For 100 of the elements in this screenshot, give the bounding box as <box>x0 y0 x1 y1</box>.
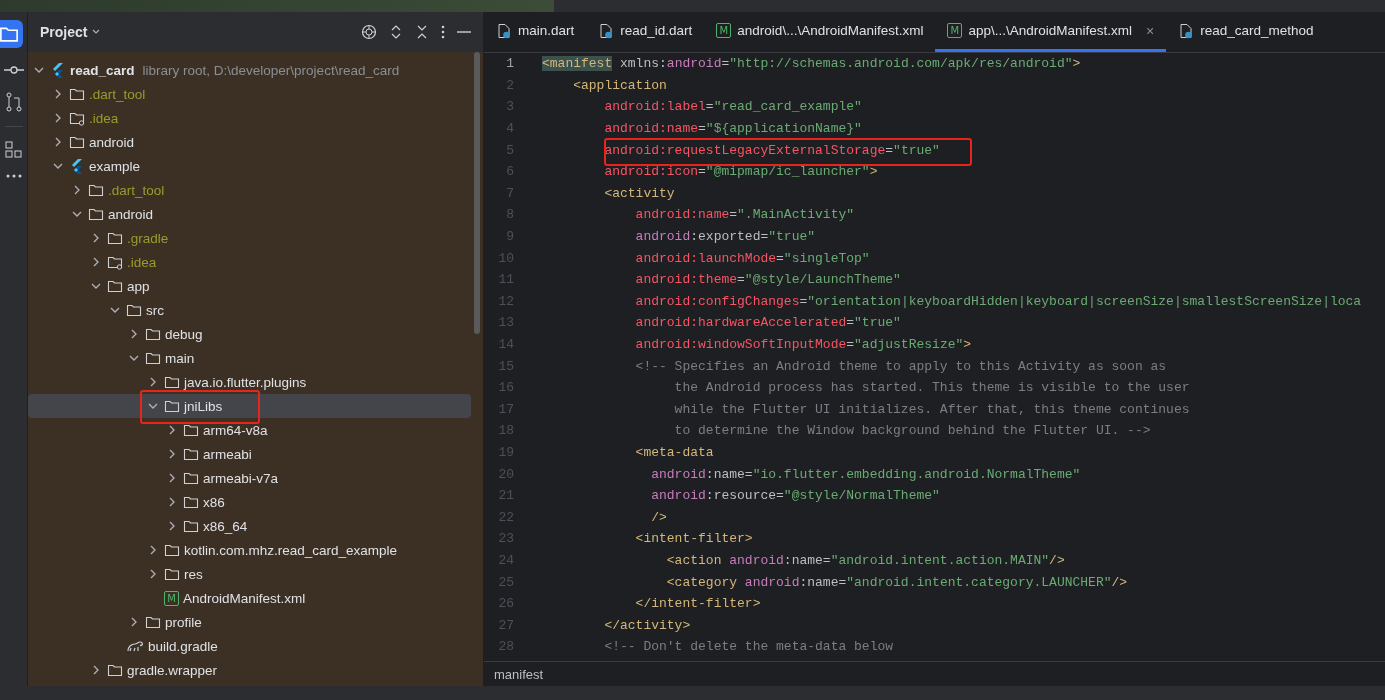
expand-all-icon[interactable] <box>389 24 403 40</box>
tree-row[interactable]: app <box>28 274 471 298</box>
minimize-icon[interactable] <box>457 30 471 34</box>
tree-row[interactable]: profile <box>28 610 471 634</box>
tree-row[interactable]: .dart_tool <box>28 178 471 202</box>
tree-row[interactable]: kotlin.com.mhz.read_card_example <box>28 538 471 562</box>
tree-row[interactable]: java.io.flutter.plugins <box>28 370 471 394</box>
code-line: the Android process has started. This theme is visible to the user <box>673 380 1190 396</box>
tree-item-label: .dart_tool <box>108 182 165 198</box>
line-number: 1 <box>505 56 515 72</box>
tree-row[interactable]: main <box>28 346 471 370</box>
tree-item-label: arm64-v8a <box>203 422 268 438</box>
tree-row[interactable]: build.gradle <box>28 634 471 658</box>
folder-icon <box>183 494 199 510</box>
tree-row[interactable]: debug <box>28 322 471 346</box>
code-line: android:label="read_card_example" <box>603 99 862 115</box>
tree-item-label: jniLibs <box>184 398 223 414</box>
code-line: android:name="${applicationName}" <box>603 121 862 137</box>
tree-row[interactable]: M AndroidManifest.xml <box>28 586 471 610</box>
folder-icon <box>145 350 161 366</box>
tree-item-label: java.io.flutter.plugins <box>184 374 307 390</box>
tree-item-label: build.gradle <box>148 638 218 654</box>
tree-item-label: armeabi-v7a <box>203 470 279 486</box>
more-icon[interactable] <box>4 173 23 179</box>
tree-item-label: .dart_tool <box>89 86 146 102</box>
manifest-file-icon: M <box>164 590 179 606</box>
folder-icon <box>164 374 180 390</box>
code-line: android:requestLegacyExternalStorage="true" <box>603 142 940 158</box>
tree-row[interactable]: .idea <box>28 250 471 274</box>
tree-row[interactable]: x86 <box>28 490 471 514</box>
tree-row[interactable]: .dart_tool <box>28 82 471 106</box>
tree-row[interactable]: src <box>28 298 471 322</box>
code-line: <action android:name="android.intent.action.MAIN"/> <box>665 552 1065 568</box>
code-line: android:icon="@mipmap/ic_launcher"> <box>603 164 878 180</box>
panel-title[interactable]: Project <box>40 24 102 40</box>
file-icon <box>496 22 512 39</box>
tree-item-label: debug <box>165 326 203 342</box>
editor-tab[interactable]: read_id.dart <box>586 12 705 52</box>
collapse-all-icon[interactable] <box>415 24 429 40</box>
file-icon <box>1178 22 1195 39</box>
tree-item-label: app <box>127 278 150 294</box>
elephant-icon <box>126 638 144 654</box>
tree-row[interactable]: android <box>28 130 471 154</box>
code-line: android:launchMode="singleTop" <box>634 250 870 266</box>
tree-row[interactable]: read_card library root, D:\developer\project\read_card <box>28 58 471 82</box>
tree-row[interactable]: .idea <box>28 106 471 130</box>
editor-tab[interactable]: M android\...\AndroidManifest.xml <box>704 12 936 52</box>
tree-row[interactable]: res <box>28 562 471 586</box>
folder-icon <box>69 134 85 150</box>
tree-item-label: .idea <box>89 110 119 126</box>
code-line: <category android:name="android.intent.category.LAUNCHER"/> <box>665 574 1128 590</box>
code-line: <!-- Don't delete the meta-data below <box>603 639 894 655</box>
tree-row[interactable]: armeabi-v7a <box>28 466 471 490</box>
tree-item-label: res <box>184 566 203 582</box>
code-line: android:name="io.flutter.embedding.android.NormalTheme" <box>650 466 1081 482</box>
breadcrumb[interactable]: manifest <box>494 666 544 682</box>
tree-row[interactable]: x86_64 <box>28 514 471 538</box>
folder-icon <box>164 542 180 558</box>
folder-icon <box>164 398 180 414</box>
tree-row[interactable]: android <box>28 202 471 226</box>
folder-gear-icon <box>69 110 85 126</box>
code-line: android:configChanges="orientation|keyboardHidden|keyboard|screenSize|smallestScreenSize|loca <box>634 293 1362 309</box>
close-icon[interactable]: × <box>1146 22 1155 39</box>
folder-icon <box>164 566 180 582</box>
tree-row[interactable]: example <box>28 154 471 178</box>
editor-tab[interactable]: read_card_method <box>1166 12 1326 52</box>
tree-item-label: profile <box>165 614 202 630</box>
folder-icon[interactable] <box>0 20 23 48</box>
folder-icon <box>107 278 123 294</box>
more-icon[interactable] <box>441 25 445 39</box>
file-icon <box>598 22 615 39</box>
code-line: <intent-filter> <box>634 531 753 547</box>
editor-tab[interactable]: main.dart <box>484 12 587 52</box>
tree-item-label: x86 <box>203 494 225 510</box>
code-line: android:name=".MainActivity" <box>634 207 855 223</box>
folder-icon <box>183 422 199 438</box>
tree-item-label: android <box>108 206 154 222</box>
code-line: while the Flutter UI initializes. After that, this theme continues <box>673 401 1190 417</box>
tree-item-label: main <box>165 350 195 366</box>
tree-row[interactable]: .gradle <box>28 226 471 250</box>
folder-gear-icon <box>107 254 123 270</box>
code-line: android:hardwareAccelerated="true" <box>634 315 901 331</box>
tree-row[interactable]: arm64-v8a <box>28 418 471 442</box>
tree-item-label: .gradle <box>127 230 169 246</box>
locate-icon[interactable] <box>361 24 377 40</box>
editor-tab[interactable]: M app\...\AndroidManifest.xml × <box>935 12 1167 52</box>
tree-item-label: armeabi <box>203 446 252 462</box>
tree-item-label: gradle.wrapper <box>127 662 218 678</box>
tree-row[interactable]: gradle.wrapper <box>28 658 471 682</box>
tree-row[interactable]: armeabi <box>28 442 471 466</box>
tree-item-label: read_card <box>70 62 135 78</box>
code-line: <meta-data <box>634 445 714 460</box>
manifest-file-icon: M <box>716 23 732 38</box>
pull-request-icon[interactable] <box>4 92 23 112</box>
tree-row[interactable]: jniLibs <box>28 394 471 418</box>
scrollbar[interactable] <box>474 52 480 334</box>
folder-icon <box>145 326 161 342</box>
structure-icon[interactable] <box>4 141 23 159</box>
code-line: to determine the Window background behind the Flutter UI. --> <box>673 423 1151 439</box>
folder-icon <box>126 302 142 318</box>
